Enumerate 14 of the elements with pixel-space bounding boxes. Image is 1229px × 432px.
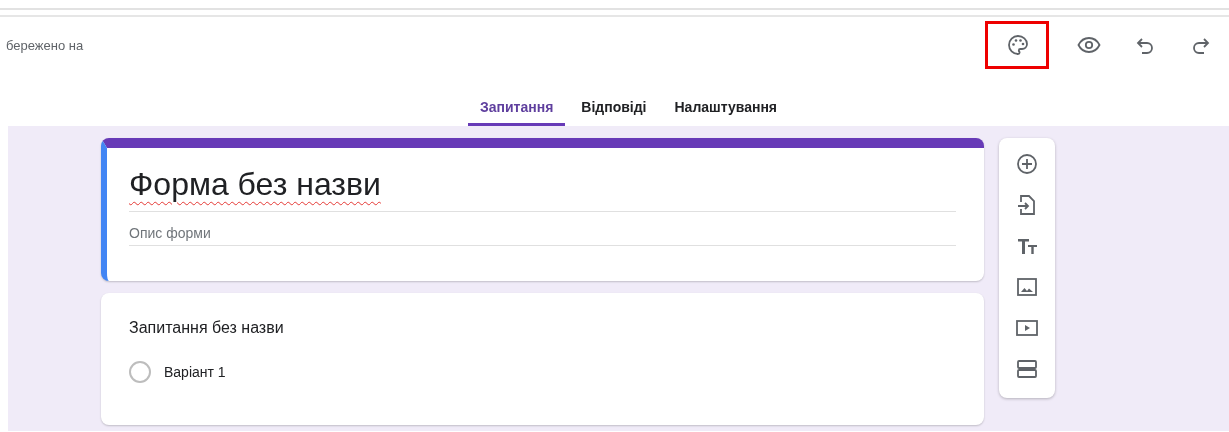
palette-icon [1006,33,1030,57]
section-icon [1015,357,1039,381]
tab[interactable]: Налаштування [662,91,789,126]
radio-button[interactable] [129,361,151,383]
section-button[interactable] [1015,357,1039,381]
question-title: Запитання без назви [129,319,285,337]
image-icon [1015,275,1039,299]
image-button[interactable] [1015,275,1039,299]
form-title: Форма без назви [129,166,381,202]
option-label: Варіант 1 [164,364,226,380]
tab[interactable]: Відповіді [569,91,659,126]
add-icon [1015,152,1039,176]
save-status: бережено на [5,37,84,53]
add-button[interactable] [1015,152,1039,176]
